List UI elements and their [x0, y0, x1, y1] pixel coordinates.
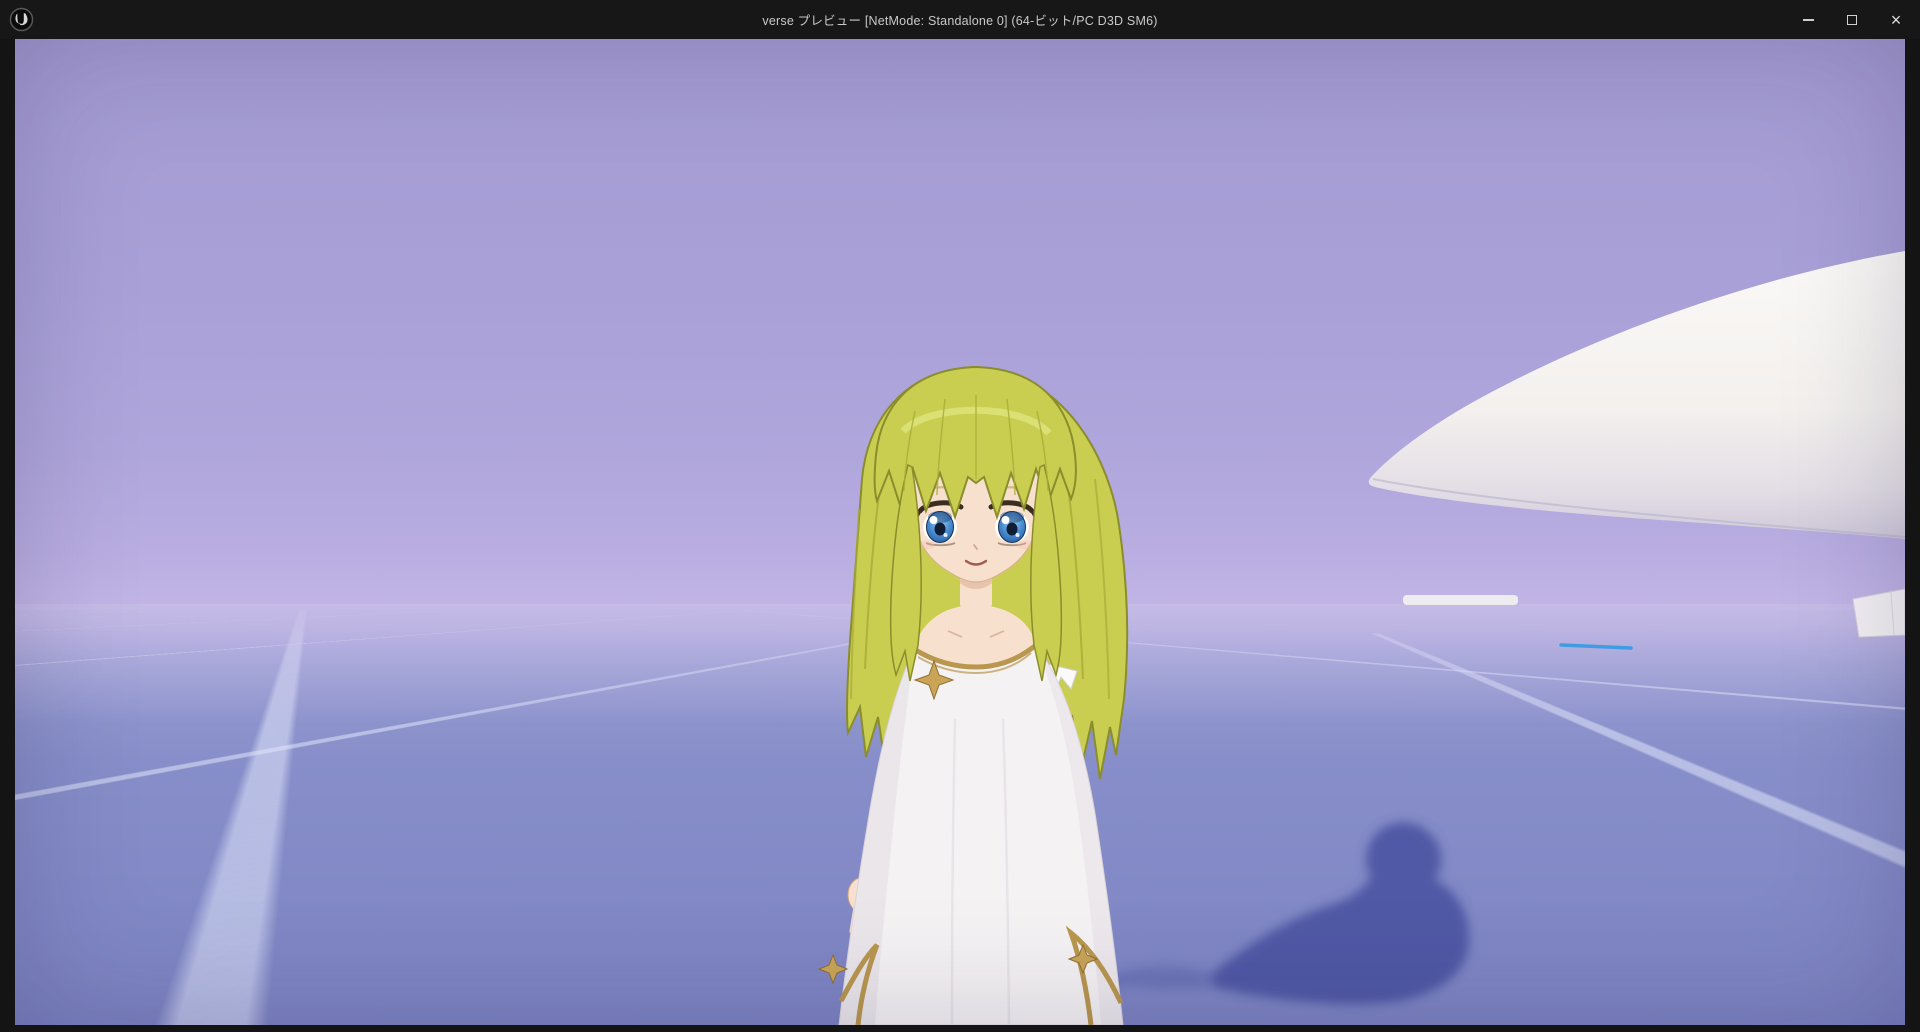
scene-3d: [15, 39, 1905, 1025]
character: [819, 367, 1127, 1025]
white-box: [1853, 589, 1905, 637]
maximize-button[interactable]: [1830, 0, 1874, 39]
close-icon: ×: [1891, 11, 1902, 29]
unreal-logo-svg: [9, 7, 34, 32]
blue-marker: [1561, 645, 1631, 648]
maximize-icon: [1847, 15, 1857, 25]
window-title: verse プレビュー [NetMode: Standalone 0] (64-…: [200, 0, 1720, 39]
minimize-icon: [1803, 19, 1814, 21]
window-controls: ×: [1786, 0, 1918, 39]
unreal-logo-icon[interactable]: [9, 7, 34, 32]
white-platform: [1369, 251, 1905, 539]
game-viewport[interactable]: [15, 39, 1905, 1025]
close-button[interactable]: ×: [1874, 0, 1918, 39]
titlebar[interactable]: verse プレビュー [NetMode: Standalone 0] (64-…: [0, 0, 1920, 39]
minimize-button[interactable]: [1786, 0, 1830, 39]
pie-preview-window: verse プレビュー [NetMode: Standalone 0] (64-…: [0, 0, 1920, 1032]
distant-platform-edge: [1403, 595, 1518, 605]
